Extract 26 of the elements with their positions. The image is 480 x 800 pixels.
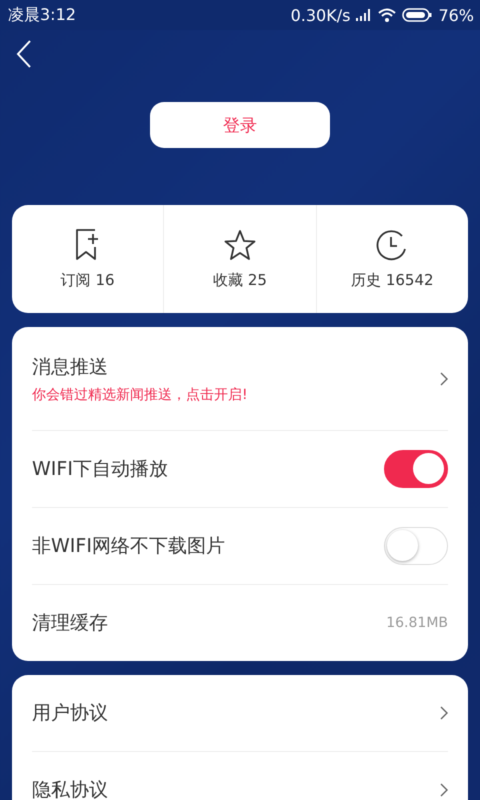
bookmark-plus-icon [74,228,101,260]
star-icon [224,228,256,260]
setting-title[interactable]: 隐私协议 [32,777,108,800]
setting-title: 非WIFI网络不下载图片 [32,534,225,559]
setting-title: WIFI下自动播放 [32,457,168,482]
stat-item[interactable]: 收藏 25 [163,205,316,313]
setting-title: 清理缓存 [32,611,108,636]
login-button[interactable]: 登录 [150,102,330,148]
signal-icon [356,9,372,21]
chevron-right-icon[interactable] [440,372,448,386]
setting-hint: 你会错过精选新闻推送，点击开启! [32,386,248,404]
battery-level: 76% [438,6,474,24]
status-time: 凌晨3:12 [8,4,76,26]
stat-item[interactable]: 订阅 16 [12,205,164,313]
setting-title: 消息推送 [32,354,109,380]
back-icon[interactable] [16,40,32,68]
setting-title[interactable]: 用户协议 [32,700,108,726]
chevron-right-icon[interactable] [440,706,448,720]
clock-icon [376,228,408,260]
wifi-icon [378,8,396,22]
stat-item[interactable]: 历史 16542 [316,205,468,313]
cache-size: 16.81MB [386,615,448,631]
network-speed: 0.30K/s [290,6,350,24]
battery-icon [402,8,432,22]
chevron-right-icon[interactable] [440,783,448,797]
toggle-switch[interactable] [384,450,448,488]
